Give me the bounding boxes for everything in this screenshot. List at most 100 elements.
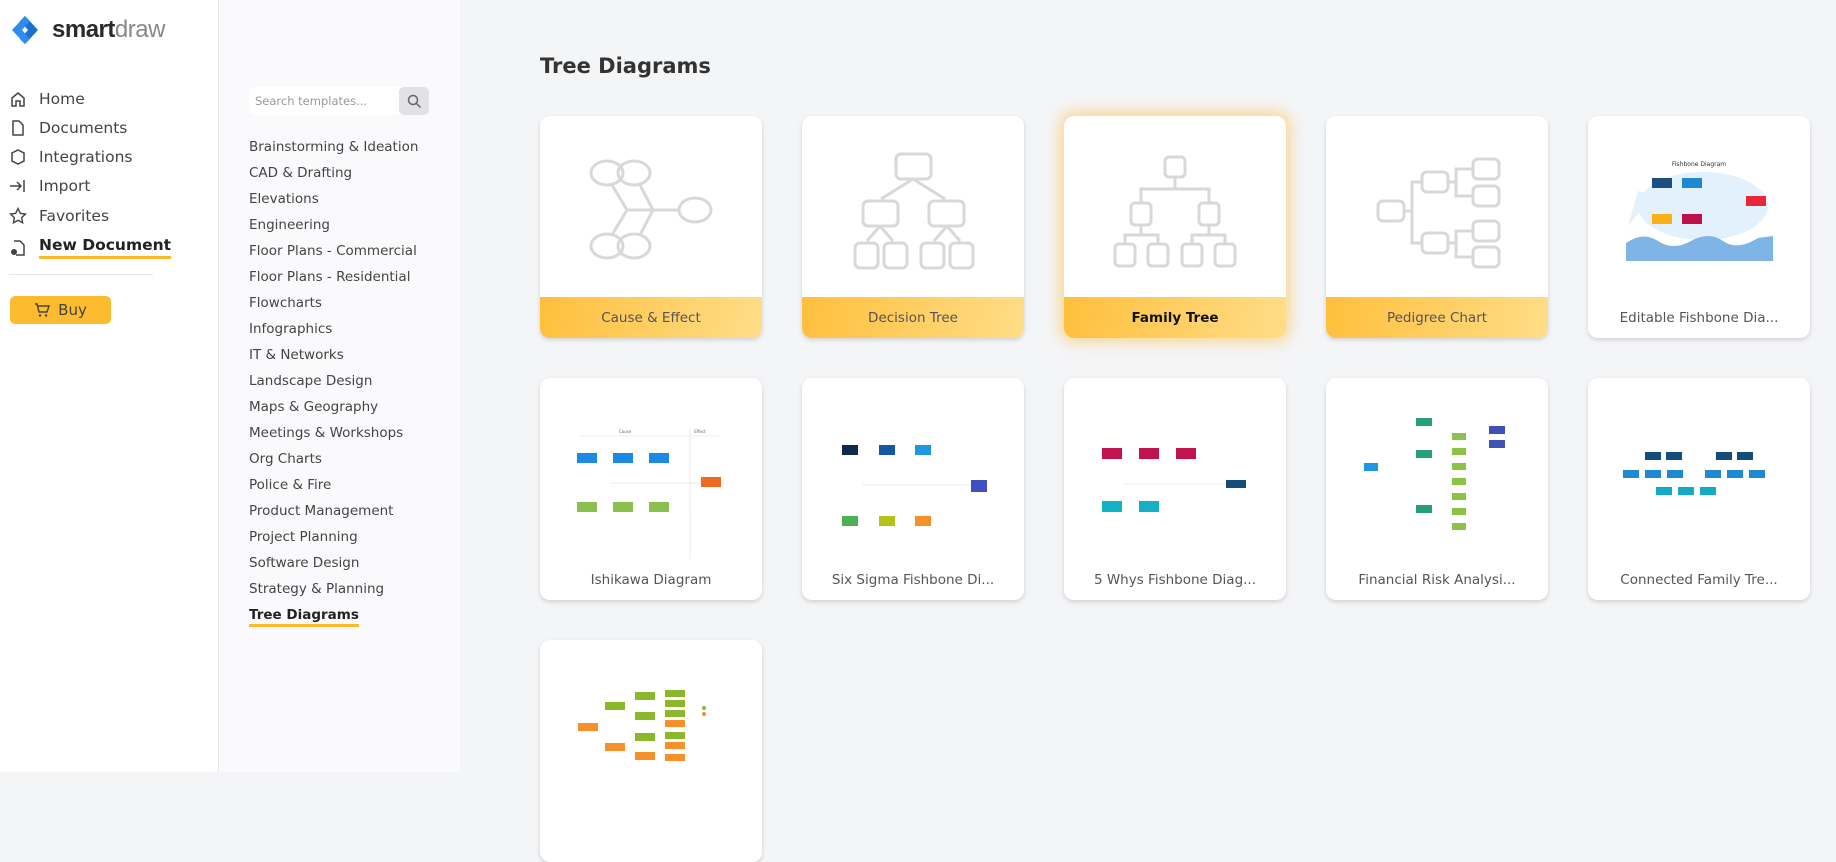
category-panel: Brainstorming & Ideation CAD & Drafting El… — [219, 0, 460, 772]
thumb-effect: Effect — [694, 429, 706, 434]
nav-new-document[interactable]: New Document — [9, 236, 172, 259]
financial-risk-thumbnail — [1364, 418, 1505, 530]
card-label: Connected Family Tre... — [1620, 571, 1778, 588]
five-whys-thumbnail — [1102, 448, 1246, 512]
thumb-cause: Cause — [619, 429, 632, 434]
template-card-pedigree-chart[interactable]: Pedigree Chart — [1326, 116, 1548, 338]
template-card-family-tree[interactable]: Family Tree — [1064, 116, 1286, 338]
category-item[interactable]: Strategy & Planning — [249, 578, 418, 604]
buy-button[interactable]: Buy — [10, 296, 111, 324]
ishikawa-thumbnail: Cause Effect — [577, 428, 721, 559]
search-button[interactable] — [399, 87, 429, 115]
category-label: Infographics — [249, 321, 333, 337]
sidebar-divider — [9, 274, 153, 275]
category-label: Floor Plans - Commercial — [249, 243, 417, 259]
card-label: 5 Whys Fishbone Diag... — [1093, 571, 1257, 588]
template-card-ishikawa[interactable]: Cause Effect Ishikawa Diagram — [540, 378, 762, 600]
nav-label: Integrations — [39, 148, 133, 166]
category-label: Floor Plans - Residential — [249, 269, 411, 285]
search-icon — [407, 94, 421, 108]
card-label: Ishikawa Diagram — [590, 571, 712, 588]
category-item[interactable]: Brainstorming & Ideation — [249, 136, 418, 162]
category-label: Landscape Design — [249, 373, 373, 389]
thumb-title: Fishbone Diagram — [1672, 161, 1726, 168]
template-card-5-whys-fishbone[interactable]: 5 Whys Fishbone Diag... — [1064, 378, 1286, 600]
brand-name: smart — [52, 16, 115, 43]
category-label: Product Management — [249, 503, 394, 519]
nav-label: Import — [39, 177, 91, 195]
category-item[interactable]: Org Charts — [249, 448, 418, 474]
category-item[interactable]: Engineering — [249, 214, 418, 240]
nav-documents[interactable]: Documents — [9, 119, 127, 137]
card-label: Family Tree — [1064, 297, 1286, 338]
home-icon — [11, 92, 25, 107]
category-item[interactable]: Project Planning — [249, 526, 418, 552]
category-item[interactable]: Floor Plans - Commercial — [249, 240, 418, 266]
category-item[interactable]: Meetings & Workshops — [249, 422, 418, 448]
nav-favorites[interactable]: Favorites — [9, 207, 109, 225]
card-label: Cause & Effect — [540, 297, 762, 338]
category-item[interactable]: CAD & Drafting — [249, 162, 418, 188]
category-item[interactable]: Floor Plans - Residential — [249, 266, 418, 292]
nav-import[interactable]: Import — [9, 177, 90, 195]
category-label: Brainstorming & Ideation — [249, 139, 419, 155]
category-item[interactable]: Product Management — [249, 500, 418, 526]
category-item[interactable]: Flowcharts — [249, 292, 418, 318]
decision-tree-placeholder-icon — [853, 152, 975, 270]
nav-label: Favorites — [39, 207, 110, 225]
new-document-icon — [11, 239, 25, 256]
category-label: Project Planning — [249, 529, 358, 545]
category-label: IT & Networks — [249, 347, 344, 363]
category-item[interactable]: Tree Diagrams — [249, 604, 418, 630]
puzzle-icon — [11, 149, 25, 165]
template-card-decision-tree-colored[interactable] — [540, 640, 762, 862]
search-input[interactable] — [249, 87, 399, 115]
template-card-connected-family-tree[interactable]: Connected Family Tre... — [1588, 378, 1810, 600]
category-label: Flowcharts — [249, 295, 322, 311]
connected-family-tree-thumbnail — [1623, 452, 1765, 495]
nav-integrations[interactable]: Integrations — [9, 148, 132, 166]
fishbone-thumbnail: Fishbone Diagram — [1626, 161, 1773, 261]
card-label: Financial Risk Analysi... — [1358, 571, 1516, 588]
buy-label: Buy — [58, 301, 87, 319]
category-label: Software Design — [249, 555, 360, 571]
category-item[interactable]: Infographics — [249, 318, 418, 344]
template-card-six-sigma-fishbone[interactable]: Six Sigma Fishbone Di... — [802, 378, 1024, 600]
template-card-financial-risk[interactable]: Financial Risk Analysi... — [1326, 378, 1548, 600]
nav-label: Documents — [39, 119, 128, 137]
search-box — [249, 87, 429, 115]
page-title: Tree Diagrams — [540, 54, 711, 78]
card-label: Six Sigma Fishbone Di... — [831, 571, 995, 588]
colored-tree-thumbnail — [578, 690, 706, 761]
sidebar: smartdraw Home Documents Integrations Im… — [0, 0, 219, 772]
pedigree-placeholder-icon — [1376, 157, 1501, 269]
category-item[interactable]: Landscape Design — [249, 370, 418, 396]
nav-label: Home — [39, 90, 85, 108]
nav-home[interactable]: Home — [9, 90, 85, 108]
template-card-editable-fishbone[interactable]: Fishbone Diagram Editable Fishbone Dia..… — [1588, 116, 1810, 338]
template-card-cause-effect[interactable]: Cause & Effect — [540, 116, 762, 338]
category-label: Maps & Geography — [249, 399, 379, 415]
category-label: Police & Fire — [249, 477, 332, 493]
nav-label: New Document — [39, 236, 172, 259]
category-item[interactable]: Elevations — [249, 188, 418, 214]
smartdraw-logo[interactable]: smartdraw — [10, 15, 165, 45]
category-item[interactable]: Software Design — [249, 552, 418, 578]
smartdraw-logo-icon — [12, 16, 38, 44]
card-label: Editable Fishbone Dia... — [1619, 309, 1779, 326]
category-item[interactable]: IT & Networks — [249, 344, 418, 370]
category-item[interactable]: Police & Fire — [249, 474, 418, 500]
card-label — [540, 821, 762, 862]
category-label: CAD & Drafting — [249, 165, 353, 181]
six-sigma-thumbnail — [842, 445, 987, 526]
brand-name-light: draw — [114, 16, 166, 43]
star-icon — [9, 207, 27, 225]
category-item[interactable]: Maps & Geography — [249, 396, 418, 422]
template-card-decision-tree[interactable]: Decision Tree — [802, 116, 1024, 338]
category-list: Brainstorming & Ideation CAD & Drafting El… — [249, 136, 418, 630]
category-label: Meetings & Workshops — [249, 425, 404, 441]
fishbone-placeholder-icon — [589, 159, 713, 260]
category-label: Elevations — [249, 191, 319, 207]
category-label: Org Charts — [249, 451, 322, 467]
document-icon — [12, 120, 24, 136]
